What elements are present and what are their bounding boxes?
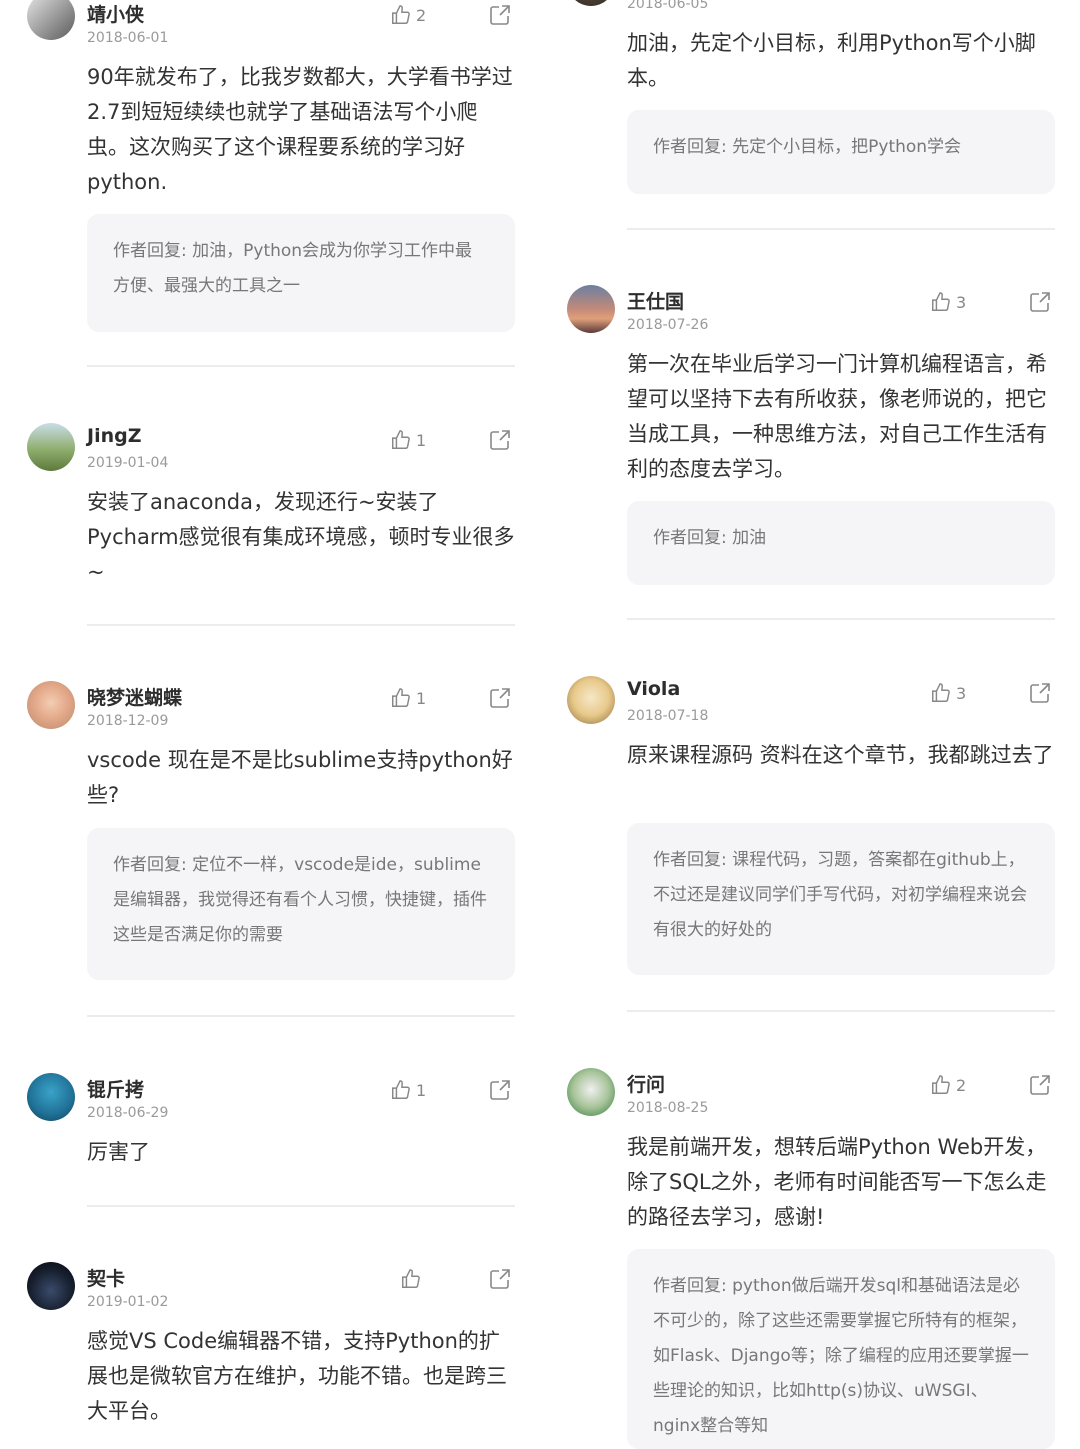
divider xyxy=(627,618,1055,620)
divider xyxy=(627,1010,1055,1012)
like-button[interactable]: 1 xyxy=(390,1077,426,1103)
like-button[interactable]: 2 xyxy=(390,2,426,28)
avatar[interactable] xyxy=(27,0,75,40)
author-reply: 作者回复: 先定个小目标，把Python学会 xyxy=(627,110,1055,194)
like-button[interactable]: 1 xyxy=(390,685,426,711)
thumbs-up-icon xyxy=(932,683,950,702)
like-count: 3 xyxy=(956,683,967,703)
share-icon xyxy=(490,1269,510,1289)
thumbs-up-icon xyxy=(402,1269,420,1288)
comment-text: 加油，先定个小目标，利用Python写个小脚本。 xyxy=(627,31,1036,90)
thumbs-up-icon xyxy=(932,1075,950,1094)
author-reply: 作者回复: 加油，Python会成为你学习工作中最方便、最强大的工具之一 xyxy=(87,214,515,332)
like-count: 1 xyxy=(416,430,427,450)
comment-author[interactable]: 行问 xyxy=(627,1070,665,1097)
share-button[interactable] xyxy=(488,428,512,452)
share-button[interactable] xyxy=(488,686,512,710)
avatar[interactable] xyxy=(567,1068,615,1116)
comment-date: 2018-06-29 xyxy=(87,1105,169,1121)
like-button[interactable]: 3 xyxy=(930,289,966,315)
like-count: 1 xyxy=(416,1080,427,1100)
comment-text: 我是前端开发，想转后端Python Web开发，除了SQL之外，老师有时间能否写… xyxy=(627,1135,1047,1229)
left-column: 靖小侠 2018-06-01 2 90年就发布了，比我岁数都大，大学看书学过2.… xyxy=(0,0,540,1440)
share-button[interactable] xyxy=(488,3,512,27)
like-count: 2 xyxy=(956,1075,967,1095)
avatar[interactable] xyxy=(27,423,75,471)
like-count: 1 xyxy=(416,688,427,708)
avatar[interactable] xyxy=(27,1262,75,1310)
comment-date: 2018-08-25 xyxy=(627,1100,709,1116)
avatar[interactable] xyxy=(27,1073,75,1121)
comment-text: 90年就发布了，比我岁数都大，大学看书学过2.7到短短续续也就学了基础语法写个小… xyxy=(87,65,513,194)
comment-text: vscode 现在是不是比sublime支持python好些? xyxy=(87,748,513,807)
avatar[interactable] xyxy=(567,676,615,724)
divider xyxy=(627,228,1055,230)
thumbs-up-icon xyxy=(392,5,410,24)
divider xyxy=(87,624,515,626)
right-column: 2018-06-05 加油，先定个小目标，利用Python写个小脚本。 作者回复… xyxy=(540,0,1080,1449)
comment-author[interactable]: Viola xyxy=(627,678,680,700)
divider xyxy=(87,365,515,367)
share-button[interactable] xyxy=(1028,290,1052,314)
share-icon xyxy=(490,1080,510,1100)
share-icon xyxy=(1030,1075,1050,1095)
comment-author[interactable]: 靖小侠 xyxy=(87,0,144,27)
thumbs-up-icon xyxy=(392,1080,410,1099)
share-icon xyxy=(490,430,510,450)
comment-date: 2018-06-01 xyxy=(87,30,169,46)
thumbs-up-icon xyxy=(392,430,410,449)
thumbs-up-icon xyxy=(392,688,410,707)
author-reply: 作者回复: 课程代码，习题，答案都在github上，不过还是建议同学们手写代码，… xyxy=(627,823,1055,975)
share-button[interactable] xyxy=(1028,681,1052,705)
share-button[interactable] xyxy=(488,1078,512,1102)
share-icon xyxy=(1030,683,1050,703)
like-button[interactable]: 3 xyxy=(930,680,966,706)
comment-date: 2018-12-09 xyxy=(87,713,169,729)
like-button[interactable] xyxy=(400,1266,426,1292)
author-reply: 作者回复: 加油 xyxy=(627,501,1055,585)
author-reply: 作者回复: python做后端开发sql和基础语法是必不可少的，除了这些还需要掌… xyxy=(627,1249,1055,1449)
comment-author[interactable]: JingZ xyxy=(87,425,142,447)
comment-author[interactable]: 王仕国 xyxy=(627,287,684,314)
comment-author[interactable]: 契卡 xyxy=(87,1264,125,1291)
thumbs-up-icon xyxy=(932,292,950,311)
comment-text: 厉害了 xyxy=(87,1140,150,1164)
comment-date: 2019-01-04 xyxy=(87,455,169,471)
divider xyxy=(87,1205,515,1207)
share-icon xyxy=(1030,292,1050,312)
avatar[interactable] xyxy=(567,0,615,6)
comment-text: 第一次在毕业后学习一门计算机编程语言，希望可以坚持下去有所收获，像老师说的，把它… xyxy=(627,352,1047,481)
comment-date: 2019-01-02 xyxy=(87,1294,169,1310)
share-button[interactable] xyxy=(1028,1073,1052,1097)
comment-date: 2018-07-26 xyxy=(627,317,709,333)
like-button[interactable]: 2 xyxy=(930,1072,966,1098)
avatar[interactable] xyxy=(567,285,615,333)
comment-date: 2018-06-05 xyxy=(627,0,709,12)
divider xyxy=(87,1015,515,1017)
comment-text: 感觉VS Code编辑器不错，支持Python的扩展也是微软官方在维护，功能不错… xyxy=(87,1329,507,1423)
like-count: 3 xyxy=(956,292,967,312)
comment-text: 安装了anaconda，发现还行~安装了Pycharm感觉很有集成环境感，顿时专… xyxy=(87,490,515,584)
comment-author[interactable]: 锟斤拷 xyxy=(87,1075,144,1102)
comment-text: 原来课程源码 资料在这个章节，我都跳过去了 xyxy=(627,743,1054,767)
author-reply: 作者回复: 定位不一样，vscode是ide，sublime是编辑器，我觉得还有… xyxy=(87,828,515,980)
avatar[interactable] xyxy=(27,681,75,729)
share-icon xyxy=(490,688,510,708)
share-icon xyxy=(490,5,510,25)
comment-author[interactable]: 晓梦迷蝴蝶 xyxy=(87,683,182,710)
like-count: 2 xyxy=(416,5,427,25)
share-button[interactable] xyxy=(488,1267,512,1291)
comment-date: 2018-07-18 xyxy=(627,708,709,724)
like-button[interactable]: 1 xyxy=(390,427,426,453)
